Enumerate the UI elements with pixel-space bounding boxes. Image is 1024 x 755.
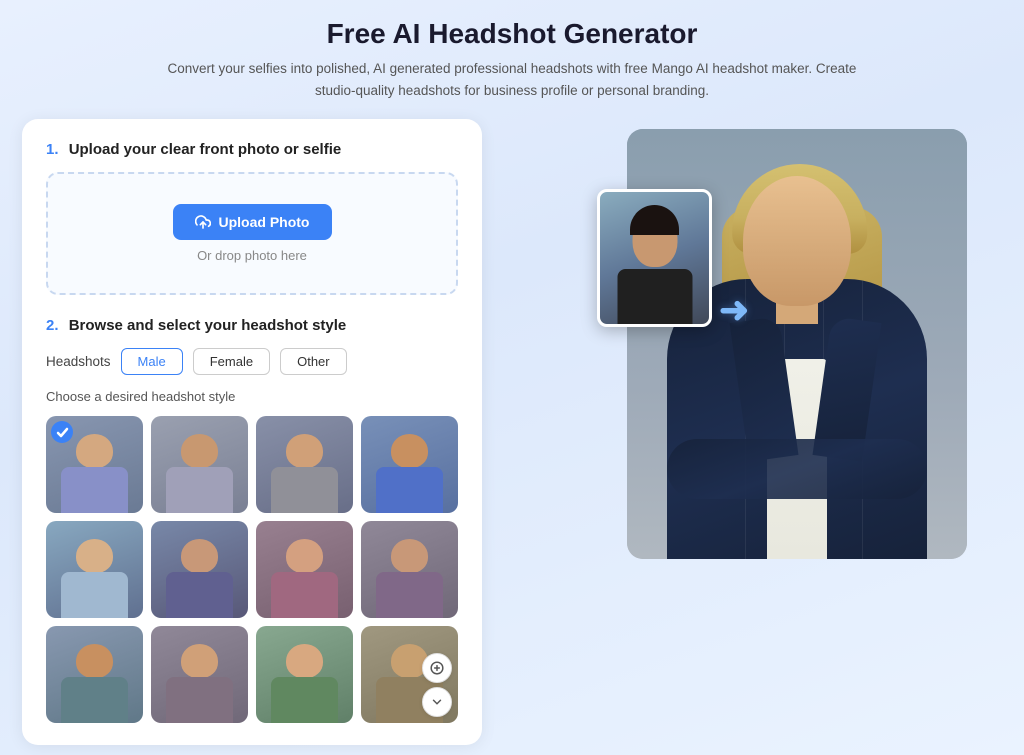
headshot-item[interactable]: [151, 521, 248, 618]
page-wrapper: Free AI Headshot Generator Convert your …: [0, 0, 1024, 755]
headshot-item[interactable]: [256, 521, 353, 618]
headshot-item[interactable]: [46, 521, 143, 618]
selfie-hair: [630, 205, 679, 235]
step1-label: Upload your clear front photo or selfie: [69, 141, 342, 158]
headshot-grid-wrapper: [46, 416, 458, 723]
headshot-item[interactable]: [361, 521, 458, 618]
choose-label: Choose a desired headshot style: [46, 389, 458, 404]
selfie-body: [617, 269, 692, 324]
headshot-item[interactable]: [46, 626, 143, 723]
filter-female-button[interactable]: Female: [193, 348, 270, 375]
right-panel: ➜: [512, 119, 1002, 579]
woman-face: [743, 176, 851, 306]
filter-other-button[interactable]: Other: [280, 348, 347, 375]
upload-icon: [195, 214, 211, 230]
headshot-item[interactable]: [256, 626, 353, 723]
headshot-item[interactable]: [46, 416, 143, 513]
left-panel: 1. Upload your clear front photo or self…: [22, 119, 482, 745]
step2-number: 2.: [46, 317, 59, 334]
headshot-item[interactable]: [151, 626, 248, 723]
filter-male-button[interactable]: Male: [121, 348, 183, 375]
step2-section: 2. Browse and select your headshot style…: [46, 317, 458, 723]
headshot-grid: [46, 416, 458, 723]
subtitle-text: Convert your selfies into polished, AI g…: [162, 58, 862, 101]
header-section: Free AI Headshot Generator Convert your …: [162, 18, 862, 101]
upload-photo-button[interactable]: Upload Photo: [173, 204, 332, 240]
preview-container: ➜: [547, 129, 967, 579]
step1-number: 1.: [46, 141, 59, 158]
upload-button-label: Upload Photo: [219, 214, 310, 230]
step2-title: 2. Browse and select your headshot style: [46, 317, 458, 334]
step1-title: 1. Upload your clear front photo or self…: [46, 141, 458, 158]
transform-arrow-icon: ➜: [719, 289, 749, 331]
scroll-down-button[interactable]: [422, 687, 452, 717]
input-photo-thumbnail: [597, 189, 712, 327]
headshot-item[interactable]: [256, 416, 353, 513]
filter-label: Headshots: [46, 354, 111, 369]
page-title: Free AI Headshot Generator: [162, 18, 862, 50]
scroll-right-button[interactable]: [422, 653, 452, 683]
content-area: 1. Upload your clear front photo or self…: [22, 119, 1002, 745]
filter-row: Headshots Male Female Other: [46, 348, 458, 375]
step2-label: Browse and select your headshot style: [69, 317, 347, 334]
woman-arms: [667, 439, 927, 499]
upload-area: Upload Photo Or drop photo here: [46, 172, 458, 295]
drop-text: Or drop photo here: [197, 248, 307, 263]
headshot-item[interactable]: [361, 416, 458, 513]
headshot-item[interactable]: [151, 416, 248, 513]
